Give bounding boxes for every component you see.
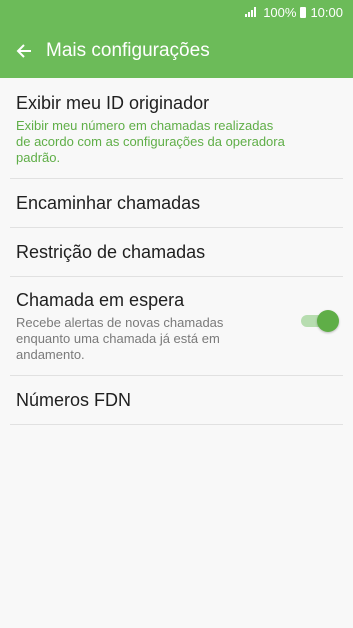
item-title: Exibir meu ID originador (16, 93, 210, 113)
divider (10, 424, 343, 425)
back-arrow-icon[interactable] (12, 39, 36, 63)
item-subtitle: Recebe alertas de novas chamadas enquant… (16, 315, 224, 362)
item-title: Chamada em espera (16, 290, 185, 310)
item-subtitle: Exibir meu número em chamadas realizadas… (16, 118, 285, 165)
clock: 10:00 (310, 4, 343, 20)
list-item-fdn[interactable]: Números FDN (0, 375, 353, 424)
list-item-call-forwarding[interactable]: Encaminhar chamadas (0, 178, 353, 227)
list-item-caller-id[interactable]: Exibir meu ID originador Exibir meu núme… (0, 78, 353, 178)
status-bar: 100% 10:00 (0, 0, 353, 24)
item-title: Restrição de chamadas (16, 242, 206, 262)
list-item-call-barring[interactable]: Restrição de chamadas (0, 227, 353, 276)
item-title: Números FDN (16, 390, 132, 410)
list-item-call-waiting[interactable]: Chamada em espera Recebe alertas de nova… (0, 276, 353, 375)
toggle-knob (317, 310, 339, 332)
battery-icon (300, 6, 307, 18)
battery-percent: 100% (263, 4, 297, 20)
call-waiting-toggle[interactable] (299, 310, 339, 332)
settings-list: Exibir meu ID originador Exibir meu núme… (0, 78, 353, 425)
item-title: Encaminhar chamadas (16, 193, 201, 213)
signal-icon (245, 5, 259, 20)
app-bar: Mais configurações (0, 24, 353, 78)
page-title: Mais configurações (46, 40, 210, 61)
